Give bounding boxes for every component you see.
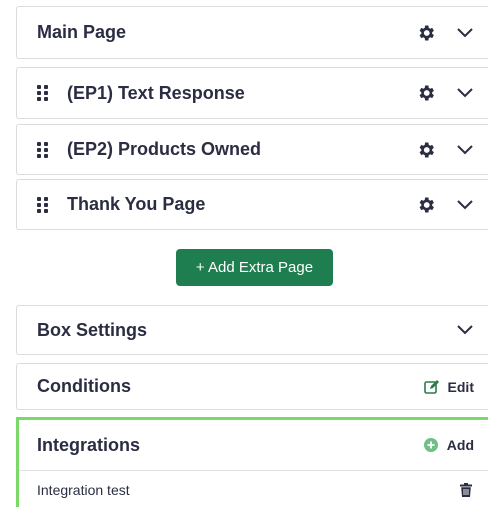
page-panel-thank-you[interactable]: Thank You Page xyxy=(16,179,488,230)
edit-label: Edit xyxy=(447,378,474,395)
gear-icon[interactable] xyxy=(416,23,436,43)
drag-handle-icon[interactable] xyxy=(37,141,51,158)
gear-icon[interactable] xyxy=(416,195,436,215)
chevron-down-icon[interactable] xyxy=(456,199,474,211)
drag-handle-icon[interactable] xyxy=(37,196,51,213)
page-title-ep1: (EP1) Text Response xyxy=(67,82,245,103)
chevron-down-icon[interactable] xyxy=(456,144,474,156)
page-panel-ep1[interactable]: (EP1) Text Response xyxy=(16,67,488,119)
box-settings-panel[interactable]: Box Settings xyxy=(16,305,488,355)
add-extra-page-button[interactable]: + Add Extra Page xyxy=(176,249,333,286)
box-settings-title: Box Settings xyxy=(37,319,148,340)
page-title-main: Main Page xyxy=(37,22,127,42)
page-panel-ep2[interactable]: (EP2) Products Owned xyxy=(16,124,488,175)
edit-icon xyxy=(423,379,439,394)
integration-name: Integration test xyxy=(37,482,130,498)
page-panel-main[interactable]: Main Page xyxy=(16,6,488,59)
gear-icon[interactable] xyxy=(416,140,436,160)
trash-icon[interactable] xyxy=(460,483,472,497)
conditions-edit-button[interactable]: Edit xyxy=(423,378,474,395)
page-title-thank-you: Thank You Page xyxy=(67,194,206,214)
integrations-panel: Integrations Add Integration test xyxy=(16,417,488,507)
conditions-panel: Conditions Edit xyxy=(16,363,488,410)
conditions-title: Conditions xyxy=(37,376,131,396)
gear-icon[interactable] xyxy=(416,83,436,103)
chevron-down-icon[interactable] xyxy=(456,27,474,39)
integrations-add-button[interactable]: Add xyxy=(423,437,474,453)
drag-handle-icon[interactable] xyxy=(37,85,51,101)
plus-circle-icon xyxy=(423,438,438,452)
page-title-ep2: (EP2) Products Owned xyxy=(67,139,262,159)
chevron-down-icon[interactable] xyxy=(456,324,474,336)
add-label: Add xyxy=(446,437,474,453)
list-item[interactable]: Integration test xyxy=(19,471,488,509)
chevron-down-icon[interactable] xyxy=(456,87,474,99)
integrations-title: Integrations xyxy=(37,434,141,455)
